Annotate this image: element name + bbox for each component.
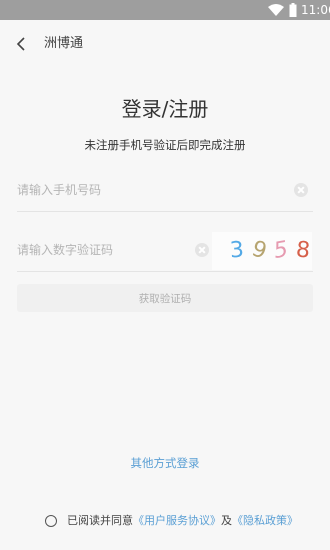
header: 洲博通 [0,20,330,68]
other-login-link[interactable]: 其他方式登录 [131,456,200,470]
header-title: 洲博通 [44,36,84,51]
captcha-char: 3 [229,237,245,264]
page-subtitle: 未注册手机号验证后即完成注册 [84,138,246,152]
back-arrow-icon[interactable] [12,34,32,54]
other-login-row: 其他方式登录 [0,455,330,471]
status-bar: 11:06 [0,0,330,20]
phone-field-row [17,168,313,212]
clear-icon[interactable] [294,183,308,197]
privacy-policy-link[interactable]: 《隐私政策》 [232,513,298,529]
page-title: 登录/注册 [121,97,209,121]
agreement-prefix: 已阅读并同意 [67,514,133,527]
code-input[interactable] [17,238,187,262]
phone-input[interactable] [17,178,277,202]
status-time: 11:06 [301,3,330,17]
captcha-char: 5 [271,236,290,265]
agree-radio[interactable] [45,515,57,527]
captcha-char: 8 [294,237,312,264]
user-agreement-link[interactable]: 《用户服务协议》 [133,513,221,529]
captcha-char: 9 [248,236,270,265]
wifi-icon [268,4,284,16]
battery-icon [289,3,297,17]
captcha-image[interactable]: 3 9 5 8 [212,232,312,270]
agreement-row: 已阅读并同意 《用户服务协议》 及 《隐私政策》 [45,513,298,529]
agreement-conjunction: 及 [221,514,232,527]
get-code-button[interactable]: 获取验证码 [17,284,313,312]
clear-icon[interactable] [195,243,209,257]
